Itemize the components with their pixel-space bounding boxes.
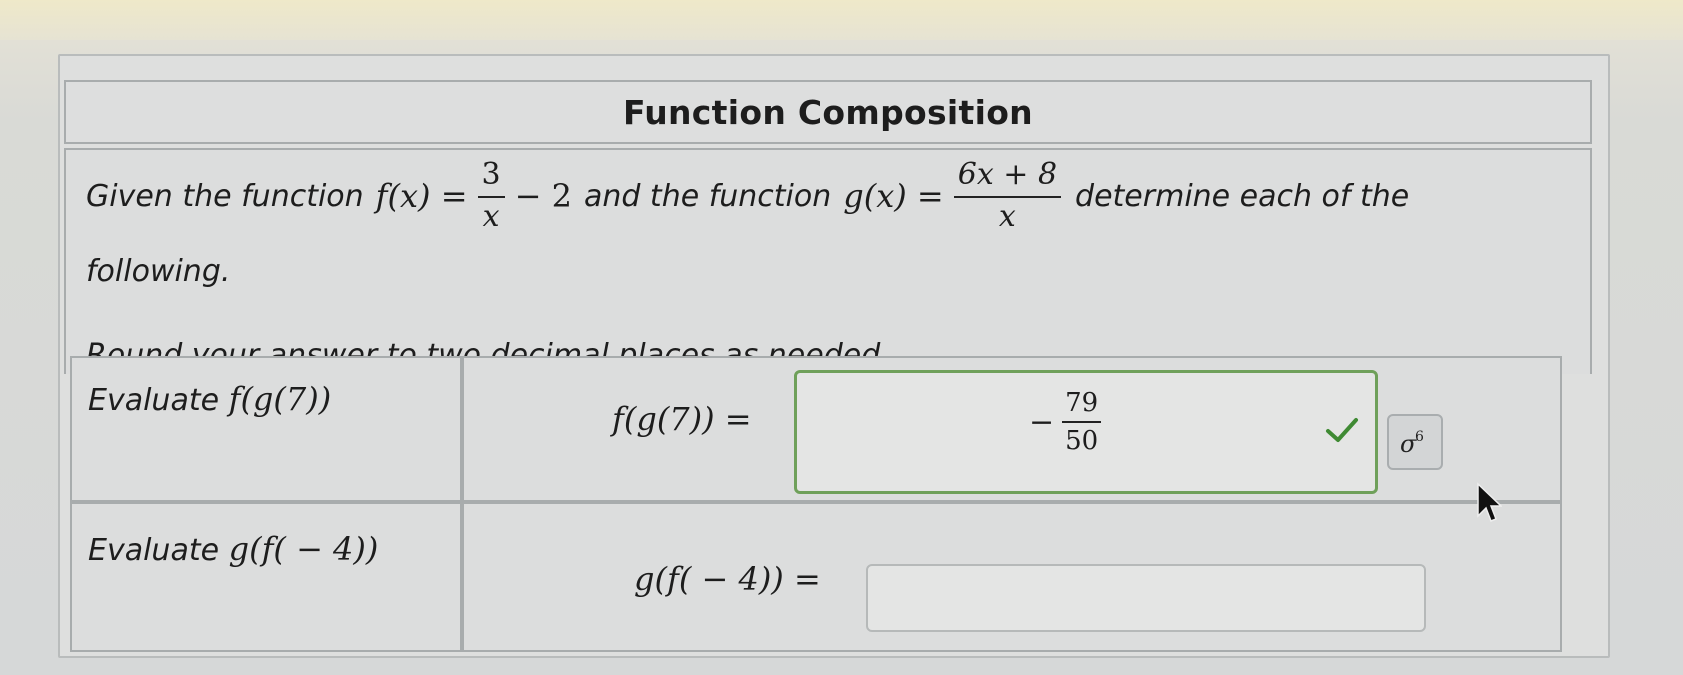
row2-prompt-cell: Evaluate g(f( − 4)) — [70, 502, 462, 652]
svg-text:6: 6 — [1415, 429, 1424, 445]
row2-prompt-math: g(f( − 4)) — [228, 530, 379, 568]
row2-prompt: Evaluate g(f( − 4)) — [88, 530, 378, 568]
window-top-edge — [0, 0, 1683, 40]
problem-line-1: Given the function f(x) = 3 x − 2 and th… — [86, 158, 1409, 234]
intro-text: Given the function — [86, 178, 364, 214]
answer-numerator: 79 — [1062, 385, 1102, 423]
math-keypad-icon: σ 6 — [1400, 429, 1424, 457]
problem-line-2: following. — [86, 254, 231, 289]
row1-answer-input[interactable]: − 79 50 — [794, 370, 1378, 494]
row2-equation-label: g(f( − 4)) = — [634, 560, 821, 598]
g-denominator: x — [998, 199, 1016, 234]
f-fraction: 3 x — [477, 158, 505, 234]
row2-prompt-word: Evaluate — [88, 533, 220, 568]
f-definition-lhs: f(x) = — [375, 177, 468, 215]
f-tail: − 2 — [514, 177, 572, 215]
g-definition-lhs: g(x) = — [843, 177, 944, 215]
row1-answer-value: − 79 50 — [1029, 385, 1102, 459]
problem-statement: Given the function f(x) = 3 x − 2 and th… — [64, 148, 1592, 374]
g-fraction: 6x + 8 x — [953, 158, 1062, 234]
tail-text: determine each of the — [1075, 178, 1410, 214]
row1-prompt-word: Evaluate — [88, 383, 220, 418]
connector-text: and the function — [583, 178, 832, 214]
math-keypad-button[interactable]: σ 6 — [1387, 414, 1443, 470]
f-denominator: x — [482, 199, 500, 234]
row1-prompt: Evaluate f(g(7)) — [88, 380, 331, 418]
row1-equation-label: f(g(7)) = — [612, 400, 752, 438]
check-icon — [1326, 418, 1358, 442]
page-title: Function Composition — [64, 80, 1592, 144]
answer-fraction: 79 50 — [1062, 385, 1102, 459]
g-numerator: 6x + 8 — [953, 158, 1062, 198]
row1-prompt-math: f(g(7)) — [228, 380, 332, 418]
answer-denominator: 50 — [1065, 426, 1099, 456]
mouse-pointer-icon — [1477, 482, 1502, 522]
answer-sign: − — [1029, 404, 1055, 440]
row1-prompt-cell: Evaluate f(g(7)) — [70, 356, 462, 502]
row2-answer-input[interactable] — [866, 564, 1426, 632]
f-numerator: 3 — [477, 158, 505, 198]
title-text: Function Composition — [623, 92, 1033, 132]
